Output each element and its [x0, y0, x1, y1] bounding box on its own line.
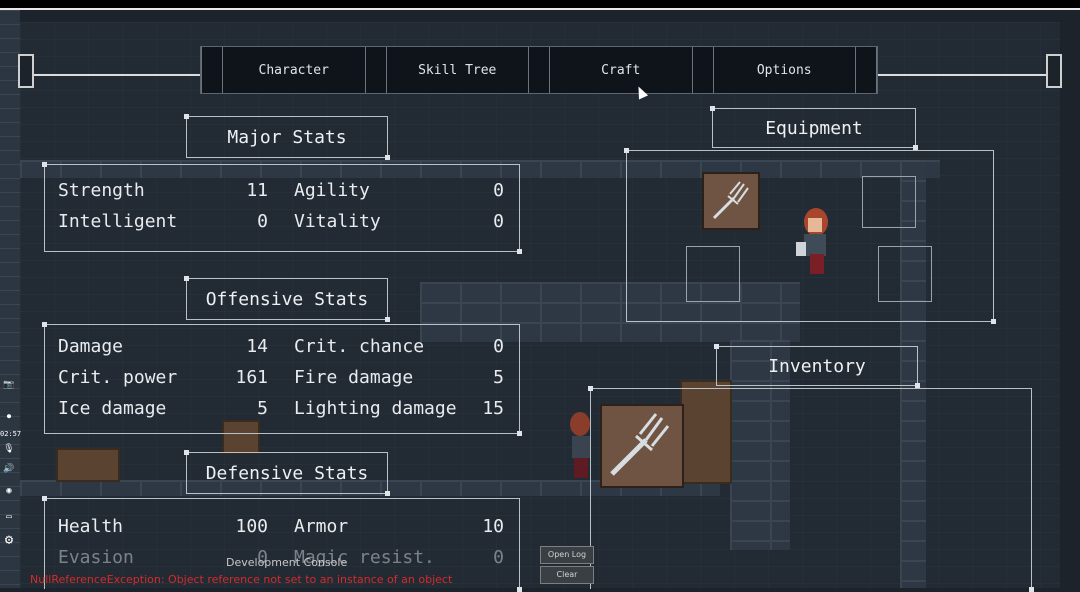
pitchfork-icon: [610, 413, 670, 476]
tab-options[interactable]: Options: [714, 47, 856, 93]
stat-value: 0: [493, 211, 504, 232]
stat-label: Crit. chance: [294, 336, 425, 357]
equipment-title: Equipment: [710, 106, 918, 150]
inventory-item-slot[interactable]: [600, 404, 684, 488]
stat-label: Crit. power: [58, 367, 178, 388]
stat-label: Vitality: [294, 211, 381, 232]
error-message: NullReferenceException: Object reference…: [30, 573, 453, 586]
nav-ornament: [855, 47, 877, 93]
major-stats-panel: [42, 162, 522, 254]
stat-value: 10: [482, 516, 504, 537]
defensive-stats-title: Defensive Stats: [184, 450, 390, 496]
camera-icon[interactable]: 📷: [0, 380, 18, 390]
speaker-icon[interactable]: 🔊: [0, 464, 18, 474]
webcam-icon[interactable]: ◉: [0, 486, 18, 496]
left-wall: [0, 10, 20, 588]
crate: [56, 448, 120, 482]
tab-craft[interactable]: Craft: [550, 47, 692, 93]
offensive-stats-title: Offensive Stats: [184, 276, 390, 322]
nav-endcap-left: [18, 54, 34, 88]
nav-rail-right: [876, 74, 1046, 76]
dev-console-label: Development Console: [226, 556, 348, 569]
nav-rail-left: [30, 74, 200, 76]
window-icon[interactable]: ▭: [0, 512, 18, 522]
stat-value: 0: [257, 211, 268, 232]
equipment-slot[interactable]: [862, 176, 916, 228]
stat-label: Strength: [58, 180, 145, 201]
stat-label: Intelligent: [58, 211, 178, 232]
equipped-weapon-slot[interactable]: [702, 172, 760, 230]
character-sprite: [796, 208, 828, 274]
inventory-title: Inventory: [714, 344, 920, 388]
nav-ornament: [528, 47, 550, 93]
stat-value: 5: [257, 398, 268, 419]
tab-character[interactable]: Character: [223, 47, 365, 93]
stat-value: 100: [235, 516, 268, 537]
equipment-slot[interactable]: [878, 246, 932, 302]
stat-label: Health: [58, 516, 124, 537]
stat-label: Lighting damage: [294, 398, 457, 419]
clear-button[interactable]: Clear: [540, 566, 594, 584]
equipment-slot[interactable]: [686, 246, 740, 302]
stat-label: Agility: [294, 180, 370, 201]
nav-ornament: [201, 47, 223, 93]
stat-label: Ice damage: [58, 398, 167, 419]
open-log-file-button[interactable]: Open Log File: [540, 546, 594, 575]
stat-value: 5: [493, 367, 504, 388]
recording-time: 02:57: [0, 430, 22, 438]
stat-label: Evasion: [58, 547, 134, 568]
stat-value: 0: [493, 547, 504, 568]
record-icon[interactable]: ⏺: [0, 412, 18, 422]
stat-value: 14: [246, 336, 268, 357]
stat-label: Armor: [294, 516, 349, 537]
stat-label: Fire damage: [294, 367, 414, 388]
stat-label: Damage: [58, 336, 124, 357]
top-white-line: [0, 8, 1080, 10]
tab-skill-tree[interactable]: Skill Tree: [387, 47, 529, 93]
stat-value: 11: [246, 180, 268, 201]
stat-value: 0: [493, 336, 504, 357]
pitchfork-icon: [712, 181, 749, 220]
nav-ornament: [364, 47, 387, 93]
top-black-bar: [0, 0, 1080, 8]
stat-value: 0: [493, 180, 504, 201]
main-nav: Character Skill Tree Craft Options: [200, 46, 878, 94]
gear-icon[interactable]: ⚙: [0, 532, 18, 548]
stat-value: 161: [235, 367, 268, 388]
microphone-icon[interactable]: 🎙: [0, 444, 18, 454]
nav-ornament: [691, 47, 714, 93]
stat-value: 15: [482, 398, 504, 419]
nav-endcap-right: [1046, 54, 1062, 88]
major-stats-title: Major Stats: [184, 114, 390, 160]
